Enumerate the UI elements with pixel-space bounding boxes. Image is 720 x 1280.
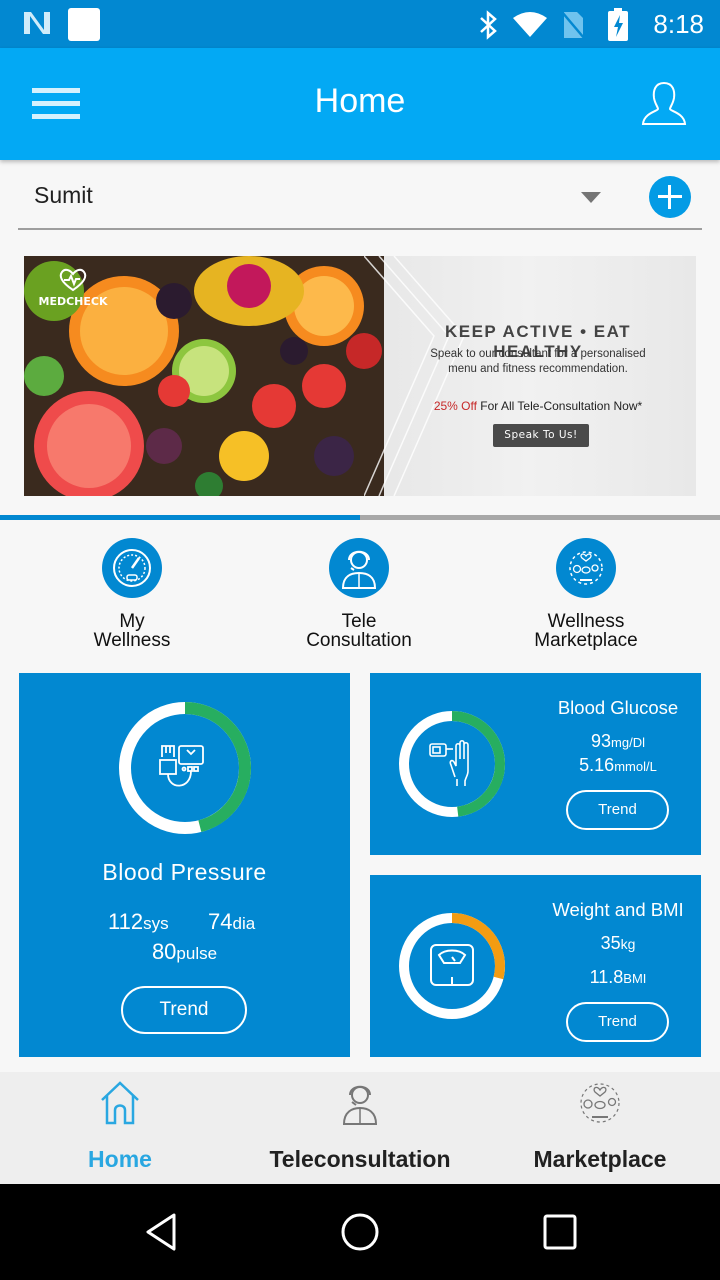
notification-square-icon — [68, 8, 100, 41]
blood-pressure-ring — [119, 702, 251, 834]
weight-value: 35 — [600, 933, 621, 953]
quick-action-label: Tele Consultation — [259, 612, 459, 650]
app-bar: Home — [0, 48, 720, 160]
wifi-icon — [513, 12, 547, 37]
carousel-indicator-fill — [0, 515, 360, 520]
chevron-down-icon[interactable] — [581, 192, 601, 203]
banner-subtext-line: Speak to our consultant for a personalis… — [430, 348, 646, 360]
pulse-unit: pulse — [176, 944, 218, 963]
label-line: Consultation — [306, 630, 412, 651]
speedometer-icon — [113, 549, 151, 587]
recents-icon[interactable] — [541, 1212, 579, 1252]
notification-n-icon — [24, 12, 50, 34]
banner-subtext-line: menu and fitness recommendation. — [448, 363, 628, 375]
page-title: Home — [314, 82, 406, 120]
promo-banner[interactable]: MEDCHECK KEEP ACTIVE • EAT HEALTHY Speak… — [24, 256, 696, 496]
blood-pressure-tile[interactable]: Blood Pressure 112sys 74dia 80pulse Tren… — [19, 673, 350, 1057]
back-icon[interactable] — [142, 1212, 182, 1252]
blood-glucose-tile[interactable]: Blood Glucose 93mg/Dl 5.16mmol/L Trend — [370, 673, 701, 855]
selected-profile-name: Sumit — [34, 182, 93, 208]
quick-action-label: Wellness Marketplace — [486, 612, 686, 650]
offer-discount: 25% Off — [433, 399, 477, 413]
tile-title: Weight and BMI — [552, 899, 684, 920]
profile-icon[interactable] — [640, 80, 688, 128]
bmi-unit: BMI — [623, 971, 647, 986]
doctor-headset-icon — [342, 1085, 378, 1125]
quick-action-tele-consultation[interactable]: Tele Consultation — [259, 538, 459, 650]
quick-action-icon-bg — [556, 538, 616, 598]
label-line: Marketplace — [534, 630, 638, 651]
carousel-indicator — [0, 515, 720, 520]
weight-unit: kg — [620, 936, 636, 952]
quick-action-icon-bg — [329, 538, 389, 598]
weight-bmi-ring — [399, 913, 505, 1019]
medcheck-logo: MEDCHECK — [38, 268, 108, 308]
logo-text: MEDCHECK — [38, 295, 108, 308]
glucose-mmol-value: 5.16 — [579, 755, 615, 775]
blood-pressure-trend-button[interactable]: Trend — [121, 986, 247, 1034]
quick-action-label: My Wellness — [32, 612, 232, 650]
bp-monitor-icon — [159, 745, 204, 787]
weight-bmi-trend-button[interactable]: Trend — [566, 1002, 669, 1042]
glucose-mmol-unit: mmol/L — [614, 759, 657, 774]
tile-title: Blood Pressure — [102, 859, 267, 885]
bottom-nav-label: Home — [88, 1146, 152, 1172]
label-line: Wellness — [93, 630, 171, 651]
wellness-cycle-icon — [580, 1083, 620, 1123]
home-circle-icon[interactable] — [340, 1212, 380, 1252]
blood-glucose-trend-button[interactable]: Trend — [566, 790, 669, 830]
label-line: Tele — [341, 611, 377, 632]
profile-selector[interactable]: Sumit — [18, 172, 702, 230]
bluetooth-icon — [480, 10, 497, 40]
weight-bmi-tile[interactable]: Weight and BMI 35kg 11.8BMI Trend — [370, 875, 701, 1057]
bottom-nav-marketplace[interactable]: Marketplace — [480, 1072, 720, 1184]
systolic-value: 112 — [108, 909, 144, 934]
heart-pulse-icon — [59, 268, 87, 292]
quick-action-wellness-marketplace[interactable]: Wellness Marketplace — [486, 538, 686, 650]
quick-action-icon-bg — [102, 538, 162, 598]
label-line: My — [119, 611, 145, 632]
doctor-headset-icon — [341, 550, 377, 589]
add-profile-button[interactable] — [649, 176, 691, 218]
bottom-nav-label: Marketplace — [533, 1146, 667, 1172]
diastolic-value: 74 — [208, 909, 233, 934]
quick-action-my-wellness[interactable]: My Wellness — [32, 538, 232, 650]
glucose-mmol-reading: 5.16mmol/L — [540, 755, 696, 776]
label-line: Wellness — [547, 611, 625, 632]
status-time: 8:18 — [653, 9, 704, 39]
bottom-nav-label: Teleconsultation — [269, 1146, 451, 1172]
bmi-value: 11.8 — [589, 967, 624, 987]
banner-subtext: Speak to our consultant for a personalis… — [404, 347, 672, 377]
weight-reading: 35kg — [540, 933, 696, 954]
wellness-cycle-icon — [569, 551, 603, 585]
home-icon — [101, 1081, 139, 1125]
systolic-reading: 112sys — [108, 909, 169, 935]
bottom-nav-teleconsultation[interactable]: Teleconsultation — [240, 1072, 480, 1184]
tile-title: Blood Glucose — [557, 697, 679, 718]
pulse-reading: 80pulse — [19, 939, 350, 965]
bottom-navigation: Home Teleconsultation Marketplace — [0, 1072, 720, 1184]
offer-text: For All Tele-Consultation Now* — [476, 399, 643, 413]
no-sim-icon — [561, 11, 585, 39]
weighing-scale-icon — [430, 944, 474, 986]
bottom-nav-home[interactable]: Home — [0, 1072, 240, 1184]
glucometer-hand-icon — [429, 739, 469, 786]
speak-to-us-button[interactable]: Speak To Us! — [493, 424, 589, 447]
banner-offer: 25% Off For All Tele-Consultation Now* — [404, 399, 672, 413]
systolic-unit: sys — [143, 914, 169, 933]
status-bar: 8:18 — [0, 0, 720, 48]
glucose-mg-value: 93 — [591, 731, 612, 751]
diastolic-unit: dia — [232, 914, 256, 933]
blood-glucose-ring — [399, 711, 505, 817]
glucose-mg-unit: mg/Dl — [611, 735, 645, 750]
pulse-value: 80 — [151, 939, 177, 964]
battery-charging-icon — [608, 8, 628, 41]
diastolic-reading: 74dia — [208, 909, 255, 935]
system-navigation-bar — [0, 1184, 720, 1280]
bmi-reading: 11.8BMI — [540, 967, 696, 988]
glucose-mg-reading: 93mg/Dl — [540, 731, 696, 752]
